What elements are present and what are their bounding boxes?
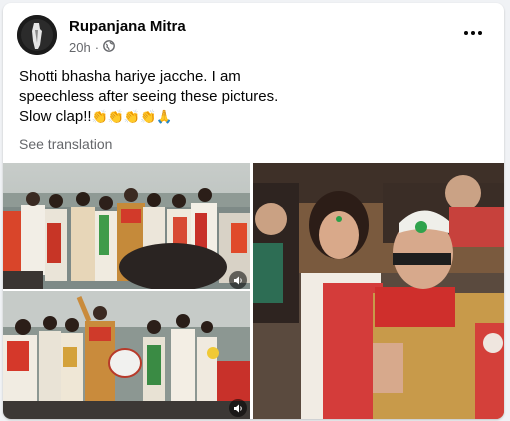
post-text-line-3-text: Slow clap!!: [19, 108, 92, 125]
clap-pray-emojis: 👏👏👏👏🙏: [91, 109, 173, 124]
post-text-line-3: Slow clap!!👏👏👏👏🙏: [19, 107, 319, 127]
post-card: Rupanjana Mitra 20h · Shotti bhasha hari…: [3, 3, 504, 419]
photo-top-left[interactable]: [3, 163, 250, 289]
see-translation-link[interactable]: See translation: [19, 136, 112, 152]
author-name[interactable]: Rupanjana Mitra: [69, 18, 186, 35]
photo-grid: [3, 163, 504, 419]
meta-separator: ·: [94, 40, 100, 55]
photo-right[interactable]: [253, 163, 504, 419]
avatar[interactable]: [17, 15, 57, 55]
post-message: Shotti bhasha hariye jacche. I am speech…: [19, 67, 319, 127]
globe-icon[interactable]: [103, 40, 115, 55]
speaker-icon[interactable]: [229, 399, 247, 417]
post-time[interactable]: 20h: [69, 40, 91, 55]
post-text-line-2: speechless after seeing these pictures.: [19, 88, 279, 105]
post-header: Rupanjana Mitra 20h ·: [17, 15, 490, 59]
more-options-icon[interactable]: [458, 21, 488, 45]
photo-bottom-left[interactable]: [3, 291, 250, 419]
speaker-icon[interactable]: [229, 271, 247, 289]
post-meta: 20h ·: [69, 40, 115, 55]
post-text-line-1: Shotti bhasha hariye jacche. I am: [19, 68, 241, 85]
